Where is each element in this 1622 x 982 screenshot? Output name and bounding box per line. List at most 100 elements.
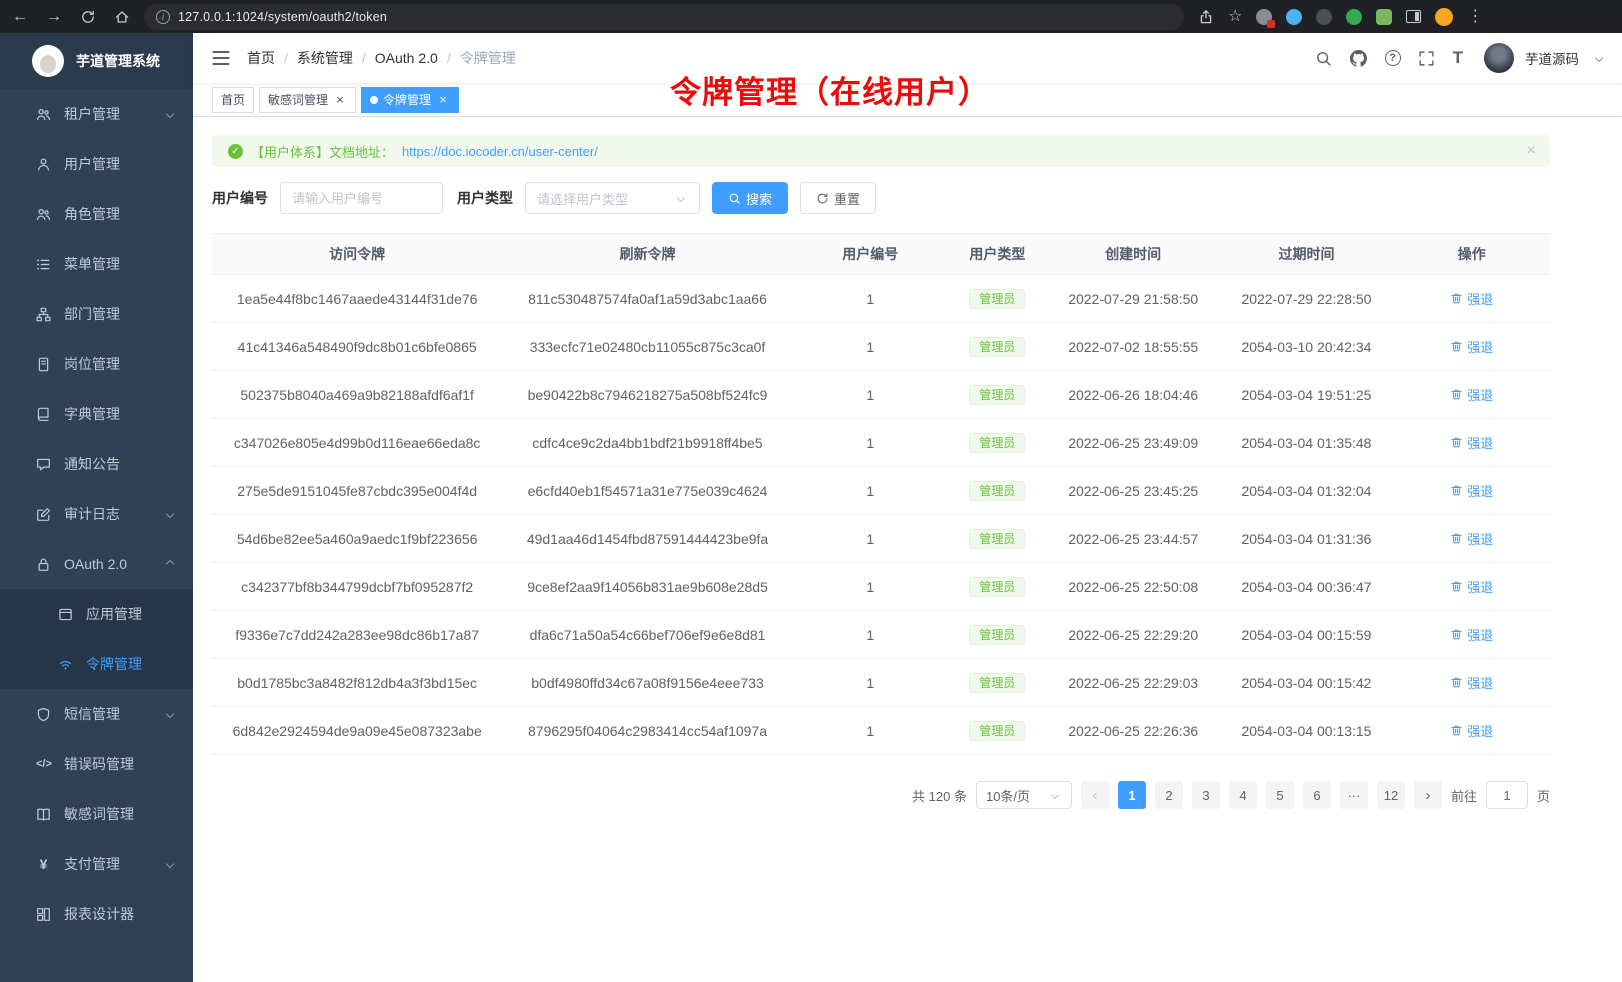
sidebar-toggle-icon[interactable] <box>211 48 231 68</box>
user-id-input[interactable] <box>280 182 443 214</box>
create-time-cell: 2022-06-25 23:45:25 <box>1047 467 1220 515</box>
expire-time-cell: 2054-03-04 01:32:04 <box>1219 467 1393 515</box>
sidebar-item-errcode[interactable]: </> 错误码管理 <box>0 739 193 789</box>
user-type-cell: 管理员 <box>948 419 1047 467</box>
force-logout-button[interactable]: 强退 <box>1450 673 1493 692</box>
sidebar-item-user[interactable]: 用户管理 <box>0 139 193 189</box>
force-logout-button[interactable]: 强退 <box>1450 433 1493 452</box>
page-button-12[interactable]: 12 <box>1377 781 1405 809</box>
user-type-select[interactable]: 请选择用户类型 <box>525 182 700 214</box>
sidebar-item-app[interactable]: 应用管理 <box>0 589 193 639</box>
sidebar-item-menu[interactable]: 菜单管理 <box>0 239 193 289</box>
close-icon[interactable]: × <box>333 93 347 107</box>
action-cell: 强退 <box>1393 659 1550 707</box>
user-type-cell: 管理员 <box>948 659 1047 707</box>
browser-profile-avatar[interactable] <box>1435 8 1453 26</box>
force-logout-button[interactable]: 强退 <box>1450 289 1493 308</box>
sidebar-item-post[interactable]: 岗位管理 <box>0 339 193 389</box>
close-icon[interactable]: × <box>1527 142 1536 160</box>
sidebar-item-token[interactable]: 令牌管理 <box>0 639 193 689</box>
tenant-icon <box>36 107 51 122</box>
back-icon[interactable]: ← <box>12 9 28 25</box>
page-button-3[interactable]: 3 <box>1192 781 1220 809</box>
tab-home[interactable]: 首页 <box>212 87 254 113</box>
page-button-2[interactable]: 2 <box>1155 781 1183 809</box>
prev-page-button[interactable]: ‹ <box>1081 781 1109 809</box>
extension-icon-blue[interactable] <box>1286 9 1302 25</box>
reload-icon[interactable] <box>80 9 96 25</box>
chevron-down-icon <box>166 710 174 718</box>
tab-token-management[interactable]: 令牌管理 × <box>361 87 459 113</box>
force-logout-button[interactable]: 强退 <box>1450 337 1493 356</box>
expire-time-cell: 2054-03-04 00:36:47 <box>1219 563 1393 611</box>
forward-icon[interactable]: → <box>46 9 62 25</box>
force-logout-label: 强退 <box>1467 529 1493 548</box>
breadcrumb-item[interactable]: 首页 <box>247 48 275 68</box>
url-bar[interactable]: i 127.0.0.1:1024/system/oauth2/token <box>144 4 1184 30</box>
force-logout-button[interactable]: 强退 <box>1450 577 1493 596</box>
force-logout-button[interactable]: 强退 <box>1450 385 1493 404</box>
github-icon[interactable] <box>1350 49 1368 67</box>
sidebar-item-role[interactable]: 角色管理 <box>0 189 193 239</box>
page-button-4[interactable]: 4 <box>1229 781 1257 809</box>
access-token-cell: b0d1785bc3a8482f812db4a3f3bd15ec <box>212 659 502 707</box>
sidebar-item-tenant[interactable]: 租户管理 <box>0 89 193 139</box>
sidebar-item-oauth[interactable]: OAuth 2.0 <box>0 539 193 589</box>
app-logo[interactable]: 芋道管理系统 <box>0 33 193 89</box>
sidebar-item-dict[interactable]: 字典管理 <box>0 389 193 439</box>
close-icon[interactable]: × <box>436 93 450 107</box>
help-icon[interactable]: ? <box>1385 50 1401 66</box>
action-cell: 强退 <box>1393 323 1550 371</box>
page-button-6[interactable]: 6 <box>1303 781 1331 809</box>
sidebar-item-notice[interactable]: 通知公告 <box>0 439 193 489</box>
avatar[interactable] <box>1484 43 1514 73</box>
chevron-down-icon <box>166 110 174 118</box>
page-button-5[interactable]: 5 <box>1266 781 1294 809</box>
next-page-button[interactable]: › <box>1414 781 1442 809</box>
fullscreen-icon[interactable] <box>1418 49 1436 67</box>
tab-sensitive-words[interactable]: 敏感词管理 × <box>259 87 356 113</box>
refresh-token-cell: 333ecfc71e02480cb11055c875c3ca0f <box>502 323 792 371</box>
force-logout-label: 强退 <box>1467 385 1493 404</box>
page-more-button[interactable]: ··· <box>1340 781 1368 809</box>
force-logout-button[interactable]: 强退 <box>1450 721 1493 740</box>
bookmark-star-icon[interactable]: ☆ <box>1228 9 1242 25</box>
sidebar-item-report[interactable]: 报表设计器 <box>0 889 193 939</box>
side-panel-icon[interactable] <box>1406 10 1421 23</box>
extensions-puzzle-icon[interactable] <box>1376 9 1392 25</box>
sidebar: 芋道管理系统 租户管理 用户管理 角色管理 菜单管理 部门管理 岗位管理 <box>0 33 193 982</box>
force-logout-label: 强退 <box>1467 433 1493 452</box>
site-info-icon[interactable]: i <box>156 10 170 24</box>
username[interactable]: 芋道源码 <box>1525 48 1579 68</box>
sidebar-item-dept[interactable]: 部门管理 <box>0 289 193 339</box>
force-logout-button[interactable]: 强退 <box>1450 481 1493 500</box>
sidebar-item-audit[interactable]: 审计日志 <box>0 489 193 539</box>
breadcrumb-item[interactable]: 系统管理 <box>297 48 353 68</box>
browser-menu-icon[interactable]: ⋮ <box>1467 9 1483 25</box>
extension-icon-badged[interactable] <box>1256 9 1272 25</box>
chevron-down-icon[interactable] <box>1595 54 1603 62</box>
font-size-icon[interactable]: T <box>1453 48 1463 68</box>
refresh-token-cell: 811c530487574fa0af1a59d3abc1aa66 <box>502 275 792 323</box>
reset-button[interactable]: 重置 <box>800 182 876 214</box>
breadcrumb-item[interactable]: OAuth 2.0 <box>375 50 438 66</box>
extension-icon-green[interactable] <box>1346 9 1362 25</box>
chevron-up-icon <box>166 560 174 568</box>
user-id-cell: 1 <box>793 659 948 707</box>
page-size-select[interactable]: 10条/页 <box>976 781 1072 809</box>
force-logout-button[interactable]: 强退 <box>1450 625 1493 644</box>
extension-icon-dark[interactable] <box>1316 9 1332 25</box>
action-cell: 强退 <box>1393 707 1550 755</box>
search-icon[interactable] <box>1315 49 1333 67</box>
home-icon[interactable] <box>114 9 130 25</box>
force-logout-button[interactable]: 强退 <box>1450 529 1493 548</box>
search-button[interactable]: 搜索 <box>712 182 788 214</box>
share-icon[interactable] <box>1198 9 1214 25</box>
doc-link[interactable]: https://doc.iocoder.cn/user-center/ <box>402 144 598 159</box>
goto-page-input[interactable] <box>1486 781 1528 809</box>
user-type-cell: 管理员 <box>948 371 1047 419</box>
sidebar-item-sms[interactable]: 短信管理 <box>0 689 193 739</box>
sidebar-item-sensitive[interactable]: 敏感词管理 <box>0 789 193 839</box>
sidebar-item-pay[interactable]: ¥ 支付管理 <box>0 839 193 889</box>
page-button-1[interactable]: 1 <box>1118 781 1146 809</box>
